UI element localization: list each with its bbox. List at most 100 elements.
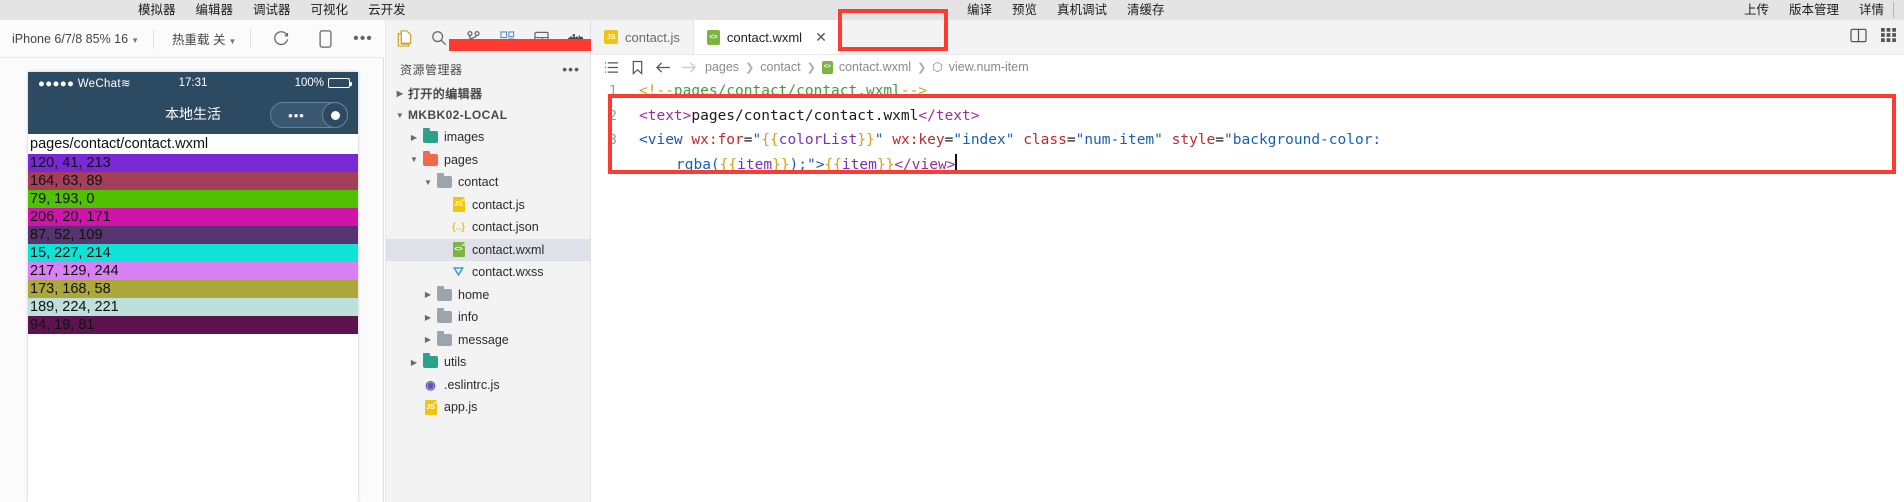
line-number-1: 1 [608,83,617,99]
docker-icon[interactable] [564,27,586,49]
device-select-label: iPhone 6/7/8 85% 16 [12,31,129,46]
close-icon[interactable]: ✕ [815,29,827,46]
layout-icon[interactable] [530,27,552,49]
symbol-icon: ⬡ [932,60,943,74]
top-menu-item-simulator[interactable]: 模拟器 [128,0,186,20]
num-item: 189, 224, 221 [28,298,358,316]
code-content-2[interactable]: <text>pages/contact/contact.wxml</text> [637,104,979,129]
hotreload-label: 热重载 关 [172,33,226,47]
tree-row-info[interactable]: ▶ info [386,306,590,329]
num-item: 164, 63, 89 [28,172,358,190]
top-menu-item-cloud[interactable]: 云开发 [358,0,416,20]
line-number-2: 2 [608,107,617,124]
js-file-icon: JS [450,197,467,213]
device-select[interactable]: iPhone 6/7/8 85% 16 ▼ [0,32,147,46]
breadcrumb-part-pages[interactable]: pages [705,60,739,74]
toolbar-divider-1 [153,28,154,49]
top-menu-item-compile[interactable]: 编译 [957,0,1002,20]
open-editors-section[interactable]: ▶ 打开的编辑器 [386,82,590,104]
explorer-title-row: 资源管理器 ••• [386,56,590,82]
top-menu-item-version[interactable]: 版本管理 [1779,0,1849,20]
capsule-close-icon[interactable] [322,102,348,128]
tab-label-wxml: contact.wxml [726,29,803,45]
project-root-label: MKBK02-LOCAL [408,108,508,122]
code-line-2: 2 <text>pages/contact/contact.wxml</text… [591,104,1904,129]
capsule-menu-icon[interactable]: ••• [271,108,322,123]
code-line-1: 1 <!--pages/contact/contact.wxml--> [591,79,1904,104]
top-menu-item-editor[interactable]: 编辑器 [186,0,244,20]
tree-row-label: pages [444,152,479,167]
back-arrow-icon[interactable] [653,61,673,74]
tree-row-contact-js[interactable]: JS contact.js [386,194,590,217]
status-time: 17:31 [178,77,208,89]
tab-contact-wxml[interactable]: <> contact.wxml ✕ [693,20,841,54]
battery-label: 100% [294,77,324,89]
tab-contact-js[interactable]: JS contact.js [591,20,694,54]
tree-row-contact-wxss[interactable]: ⛛ contact.wxss [386,261,590,284]
top-menu-mid-group: 编译 预览 真机调试 清缓存 [957,0,1175,20]
top-menu-item-clearcache[interactable]: 清缓存 [1117,0,1175,20]
more-icon[interactable]: ••• [350,26,376,52]
js-file-icon: JS [422,399,439,415]
chevron-right-icon: ▶ [424,335,432,345]
top-menu-item-preview[interactable]: 预览 [1002,0,1047,20]
tree-row-contact[interactable]: ▼ contact [386,171,590,194]
top-menu-item-upload[interactable]: 上传 [1734,0,1779,20]
code-content-3[interactable]: <view wx:for="{{colorList}}" wx:key="ind… [637,128,1381,177]
tree-row-message[interactable]: ▶ message [386,329,590,352]
tree-row--eslintrc-js[interactable]: ◉ .eslintrc.js [386,374,590,397]
tree-row-contact-wxml[interactable]: <> contact.wxml [386,238,590,261]
breadcrumb-part-contact[interactable]: contact [760,60,800,74]
hotreload-select[interactable]: 热重载 关 ▼ [160,29,244,48]
tree-row-label: contact [458,175,499,190]
breadcrumb-part-file[interactable]: contact.wxml [839,60,911,74]
top-menu-item-realdevice[interactable]: 真机调试 [1047,0,1117,20]
tree-row-label: contact.js [472,197,525,212]
wxml-file-icon: <> [706,29,720,45]
top-menu-item-details[interactable]: 详情 [1849,0,1894,20]
project-root-section[interactable]: ▼ MKBK02-LOCAL [386,104,590,126]
status-carrier: ●●●●● WeChat≋ [38,76,131,90]
num-item: 173, 168, 58 [28,280,358,298]
explorer-title: 资源管理器 [400,62,463,77]
num-item: 120, 41, 213 [28,154,358,172]
outline-icon[interactable] [601,61,621,74]
code-content-1[interactable]: <!--pages/contact/contact.wxml--> [637,79,927,104]
num-item: 94, 19, 81 [28,316,358,334]
top-menu-right-group: 上传 版本管理 详情 [1734,0,1894,20]
source-control-icon[interactable] [462,27,484,49]
layout-toggle-icon[interactable] [1881,28,1896,47]
bookmark-icon[interactable] [627,60,647,75]
tree-row-label: images [444,130,485,145]
page-path-text: pages/contact/contact.wxml [30,136,209,152]
top-menu-item-visualizer[interactable]: 可视化 [301,0,359,20]
search-icon[interactable] [428,27,450,49]
tree-row-utils[interactable]: ▶ utils [386,351,590,374]
files-icon[interactable] [394,27,416,49]
device-icon[interactable] [312,26,338,52]
breadcrumb-part-symbol[interactable]: view.num-item [949,60,1029,74]
simulator-panel: iPhone 6/7/8 85% 16 ▼ 热重载 关 ▼ ••• ●●●●● We… [0,20,384,502]
explorer-panel: 资源管理器 ••• ▶ 打开的编辑器 ▼ MKBK02-LOCAL ▶ image… [386,20,591,502]
tree-row-images[interactable]: ▶ images [386,126,590,149]
top-menu-item-debugger[interactable]: 调试器 [243,0,301,20]
open-editors-label: 打开的编辑器 [408,86,483,101]
refresh-icon[interactable] [268,26,294,52]
split-editor-icon[interactable] [1850,28,1867,48]
tree-row-label: contact.json [472,220,539,235]
ellipsis-icon[interactable]: ••• [562,61,580,77]
forward-arrow-icon[interactable] [679,61,699,74]
tree-row-home[interactable]: ▶ home [386,284,590,307]
tree-row-label: utils [444,355,467,370]
folder-icon [422,128,439,145]
breadcrumb: pages ❯ contact ❯ <> contact.wxml ❯ ⬡ vi… [591,55,1904,79]
simulator-toolbar: iPhone 6/7/8 85% 16 ▼ 热重载 关 ▼ ••• [0,20,384,58]
tree-row-contact-json[interactable]: {..} contact.json [386,216,590,239]
chevron-right-icon: ▶ [424,290,432,300]
wechat-capsule[interactable]: ••• [270,102,348,128]
extensions-icon[interactable] [496,27,518,49]
tree-row-pages[interactable]: ▼ pages [386,149,590,172]
code-editor[interactable]: 1 <!--pages/contact/contact.wxml--> 2 <t… [591,79,1904,502]
tree-row-app-js[interactable]: JS app.js [386,396,590,419]
carrier-label: ●●●●● WeChat [38,78,121,90]
